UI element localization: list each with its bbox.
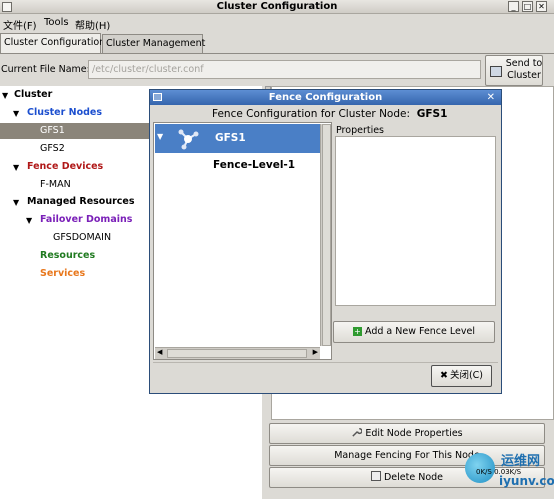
fence-level-tree: ▼ GFS1 Fence-Level-1 ◀ ▶	[153, 122, 332, 360]
close-window-button[interactable]: ✕	[536, 1, 547, 12]
dialog-separator	[153, 362, 498, 363]
node-molecule-icon	[178, 129, 199, 150]
fence-tree-vscrollbar[interactable]	[320, 124, 331, 346]
dialog-window-icon[interactable]	[153, 93, 162, 101]
dialog-header-node: GFS1	[416, 108, 448, 120]
file-name-label: Current File Name:	[1, 64, 90, 75]
fence-tree-hscrollbar[interactable]: ◀ ▶	[155, 347, 320, 359]
fence-devices-expander-icon[interactable]: ▼	[13, 163, 19, 172]
dialog-close-button[interactable]: ✖ 关闭(C)	[431, 365, 492, 387]
watermark-en: iyunv.com	[499, 474, 554, 488]
window-titlebar[interactable]: Cluster Configuration _ □ ✕	[0, 0, 554, 14]
menu-tools[interactable]: Tools	[44, 17, 69, 28]
dialog-close-icon[interactable]: ✕	[487, 90, 495, 105]
fence-tree-row-level-1[interactable]: Fence-Level-1	[213, 159, 295, 171]
tree-item-gfsdomain[interactable]: GFSDOMAIN	[53, 232, 111, 243]
plus-icon: +	[353, 327, 362, 336]
send-icon	[490, 66, 502, 77]
properties-label: Properties	[336, 125, 385, 136]
tab-cluster-configuration[interactable]: Cluster Configuration	[0, 33, 105, 54]
minimize-button[interactable]: _	[508, 1, 519, 12]
window-title: Cluster Configuration	[216, 1, 338, 12]
properties-panel: Properties	[332, 124, 496, 350]
tab-divider	[0, 53, 554, 54]
send-to-cluster-button[interactable]: Send to Cluster	[485, 55, 543, 86]
menu-help[interactable]: 帮助(H)	[75, 17, 110, 32]
send-to-cluster-label: Send to Cluster	[505, 58, 543, 81]
gfs1-expander-icon[interactable]: ▼	[157, 132, 163, 141]
cluster-expander-icon[interactable]: ▼	[2, 91, 8, 100]
cluster-nodes-expander-icon[interactable]: ▼	[13, 109, 19, 118]
delete-icon	[370, 471, 381, 481]
tree-item-resources[interactable]: Resources	[40, 250, 95, 261]
wrench-icon	[352, 428, 363, 437]
fence-tree-row-gfs1[interactable]: ▼ GFS1	[155, 124, 320, 153]
add-fence-level-button[interactable]: + Add a New Fence Level	[333, 321, 495, 343]
speed-readout: 0K/S 0.03K/S	[476, 468, 522, 476]
properties-box	[335, 136, 496, 306]
tree-item-fence-fman[interactable]: F-MAN	[40, 179, 71, 190]
tab-cluster-management[interactable]: Cluster Management	[102, 34, 205, 53]
managed-resources-expander-icon[interactable]: ▼	[13, 198, 19, 207]
tree-item-node-gfs2[interactable]: GFS2	[40, 143, 65, 154]
fence-configuration-dialog: Fence Configuration ✕ Fence Configuratio…	[149, 89, 502, 394]
menu-file[interactable]: 文件(F)	[3, 17, 37, 32]
file-name-field: /etc/cluster/cluster.conf	[88, 60, 481, 79]
failover-domains-expander-icon[interactable]: ▼	[26, 216, 32, 225]
maximize-button[interactable]: □	[522, 1, 533, 12]
tree-item-managed-resources[interactable]: Managed Resources	[27, 196, 135, 207]
tree-item-failover-domains[interactable]: Failover Domains	[40, 214, 132, 225]
close-x-icon: ✖	[439, 370, 448, 381]
tree-item-services[interactable]: Services	[40, 268, 85, 279]
dialog-title: Fence Configuration	[268, 92, 383, 103]
dialog-header: Fence Configuration for Cluster Node: GF…	[212, 108, 448, 120]
edit-node-properties-button[interactable]: Edit Node Properties	[269, 423, 545, 444]
menubar: 文件(F) Tools 帮助(H)	[0, 15, 554, 32]
dialog-titlebar[interactable]: Fence Configuration ✕	[150, 90, 501, 105]
tree-item-node-gfs1[interactable]: GFS1	[40, 125, 65, 136]
watermark-cn: 运维网	[501, 454, 541, 469]
tree-item-fence-devices[interactable]: Fence Devices	[27, 161, 103, 172]
tree-item-cluster[interactable]: Cluster	[14, 89, 52, 100]
tree-item-cluster-nodes[interactable]: Cluster Nodes	[27, 107, 102, 118]
fence-tree-gfs1-label: GFS1	[215, 132, 246, 144]
